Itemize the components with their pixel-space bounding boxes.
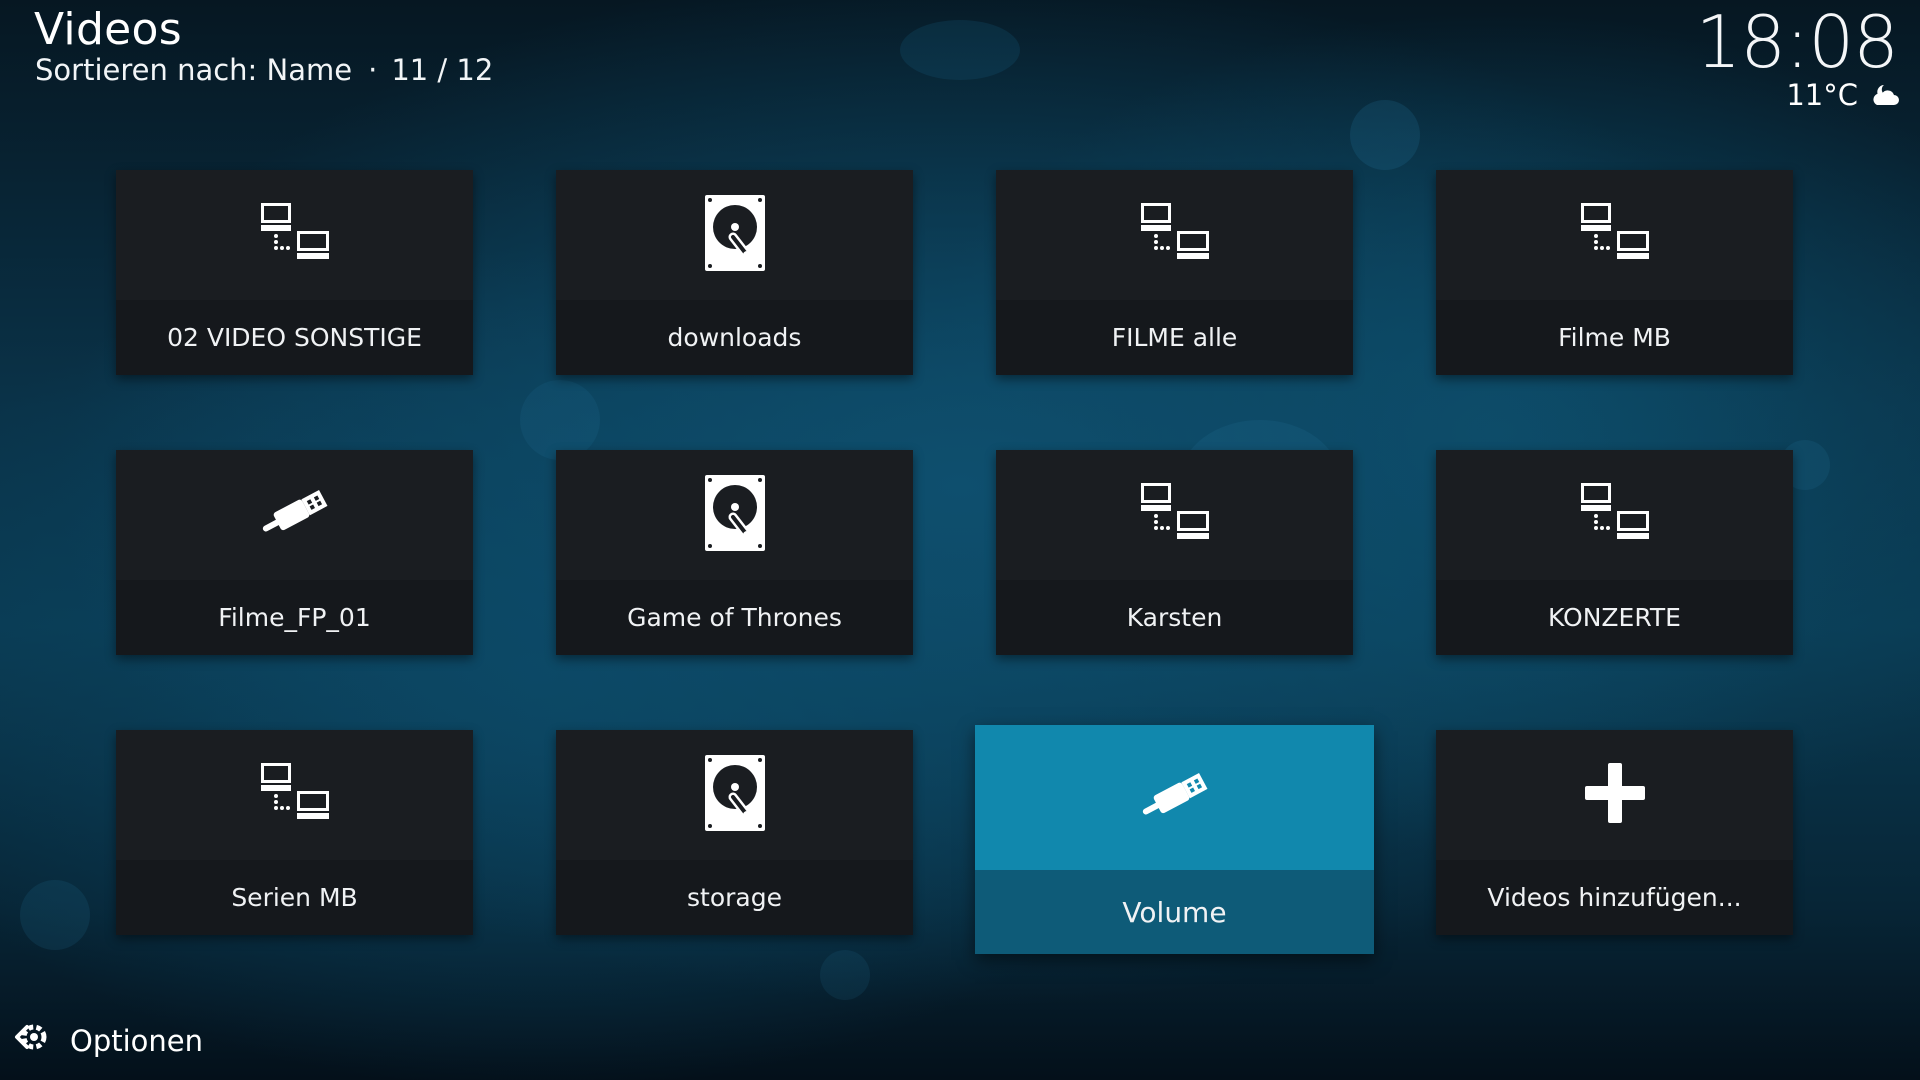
network-icon <box>1579 481 1651 549</box>
tile-label-area: Karsten <box>996 580 1353 655</box>
network-icon <box>259 761 331 829</box>
tile-label: KONZERTE <box>1548 603 1681 632</box>
gear-back-icon <box>14 1020 48 1061</box>
tile-icon-area <box>1436 170 1793 300</box>
tile-label: downloads <box>667 323 802 352</box>
tile-label-area: Game of Thrones <box>556 580 913 655</box>
tile-icon-area <box>996 170 1353 300</box>
source-tile[interactable]: Volume <box>975 725 1374 954</box>
tile-icon-area <box>116 450 473 580</box>
options-button[interactable]: Optionen <box>14 1020 203 1061</box>
source-tile[interactable]: storage <box>556 730 913 935</box>
tile-icon-area <box>116 730 473 860</box>
hard-disk-icon <box>703 473 767 557</box>
network-icon <box>1139 201 1211 269</box>
source-tile[interactable]: 02 VIDEO SONSTIGE <box>116 170 473 375</box>
network-icon <box>1139 481 1211 549</box>
tile-label-area: Volume <box>975 870 1374 954</box>
tile-icon-area <box>556 730 913 860</box>
source-tile[interactable]: Filme_FP_01 <box>116 450 473 655</box>
tile-icon-area <box>1436 730 1793 860</box>
source-tile[interactable]: KONZERTE <box>1436 450 1793 655</box>
tile-icon-area <box>556 170 913 300</box>
tile-label: Filme_FP_01 <box>218 603 371 632</box>
tile-label: Filme MB <box>1558 323 1671 352</box>
tile-label: Karsten <box>1126 603 1223 632</box>
tile-icon-area <box>1436 450 1793 580</box>
tile-label: Game of Thrones <box>627 603 842 632</box>
tile-label-area: storage <box>556 860 913 935</box>
network-icon <box>1579 201 1651 269</box>
tile-label-area: FILME alle <box>996 300 1353 375</box>
source-tile[interactable]: Filme MB <box>1436 170 1793 375</box>
source-tile[interactable]: FILME alle <box>996 170 1353 375</box>
tile-label: storage <box>687 883 782 912</box>
source-tile[interactable]: Karsten <box>996 450 1353 655</box>
hard-disk-icon <box>703 193 767 277</box>
tile-label: Videos hinzufügen... <box>1487 883 1742 912</box>
source-grid: 02 VIDEO SONSTIGE downloads FILME alle Film… <box>0 0 1920 1000</box>
add-icon <box>1583 761 1647 829</box>
source-tile[interactable]: Serien MB <box>116 730 473 935</box>
tile-label: Serien MB <box>231 883 358 912</box>
tile-icon-area <box>996 450 1353 580</box>
options-label: Optionen <box>70 1023 204 1058</box>
source-tile[interactable]: downloads <box>556 170 913 375</box>
network-icon <box>259 201 331 269</box>
tile-label: 02 VIDEO SONSTIGE <box>167 323 422 352</box>
tile-label-area: KONZERTE <box>1436 580 1793 655</box>
source-tile[interactable]: Game of Thrones <box>556 450 913 655</box>
tile-label-area: downloads <box>556 300 913 375</box>
tile-label-area: 02 VIDEO SONSTIGE <box>116 300 473 375</box>
tile-label: Volume <box>1122 895 1227 929</box>
tile-icon-area <box>975 725 1374 870</box>
tile-label-area: Filme MB <box>1436 300 1793 375</box>
tile-label-area: Videos hinzufügen... <box>1436 860 1793 935</box>
tile-label-area: Serien MB <box>116 860 473 935</box>
usb-icon <box>1137 768 1213 828</box>
source-tile[interactable]: Videos hinzufügen... <box>1436 730 1793 935</box>
tile-icon-area <box>556 450 913 580</box>
usb-icon <box>257 485 333 545</box>
tile-label: FILME alle <box>1111 323 1238 352</box>
tile-icon-area <box>116 170 473 300</box>
tile-label-area: Filme_FP_01 <box>116 580 473 655</box>
hard-disk-icon <box>703 753 767 837</box>
